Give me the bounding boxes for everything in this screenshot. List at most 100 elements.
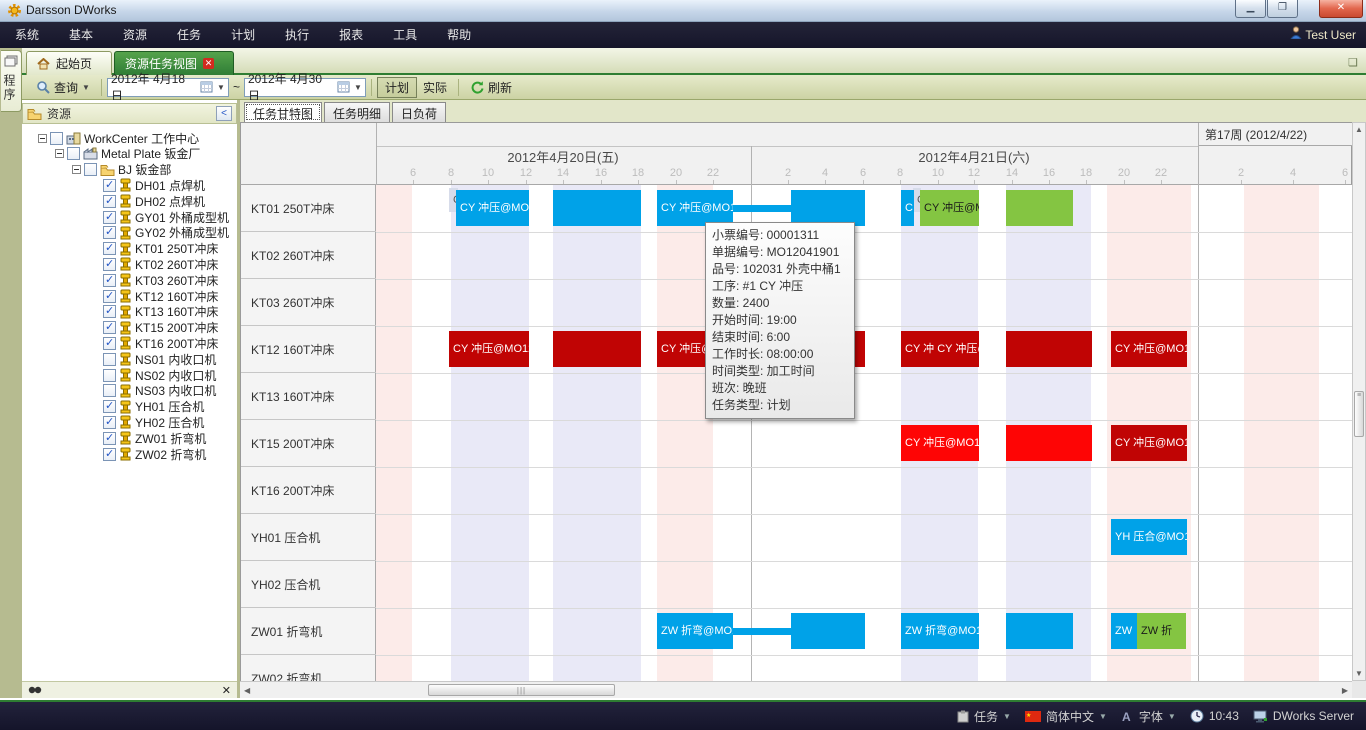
scroll-up-icon[interactable]: ▲ — [1353, 125, 1365, 134]
status-item-font[interactable]: A字体▼ — [1121, 708, 1176, 725]
date-from-field[interactable]: 2012年 4月18日 ▼ — [107, 78, 229, 97]
menu-item[interactable]: 帮助 — [432, 22, 486, 48]
tree-item[interactable]: KT15 200T冲床 — [89, 320, 218, 336]
plan-toggle-button[interactable]: 计划 — [377, 77, 417, 98]
tree-checkbox[interactable] — [103, 274, 116, 287]
tree-checkbox[interactable] — [103, 242, 116, 255]
gantt-task-bar[interactable] — [1006, 331, 1092, 367]
tree-checkbox[interactable] — [103, 353, 116, 366]
gantt-task-bar[interactable]: CY 冲压@MO12041903 — [901, 425, 979, 461]
gantt-task-bar[interactable]: CY 冲 CY 冲压@MO12041904 — [901, 331, 979, 367]
minimize-button[interactable]: ▁ — [1235, 0, 1266, 18]
tree-expander-icon[interactable] — [72, 165, 81, 174]
gantt-task-bar[interactable]: ZW 折 — [1137, 613, 1186, 649]
tree-item[interactable]: DH02 点焊机 — [89, 193, 205, 209]
tab-home-page[interactable]: 起始页 — [26, 51, 112, 75]
tree-checkbox[interactable] — [103, 432, 116, 445]
gantt-task-bar[interactable] — [791, 613, 865, 649]
panel-collapse-button[interactable]: < — [216, 106, 232, 121]
tab-task-detail[interactable]: 任务明细 — [324, 102, 390, 122]
chevron-down-icon[interactable]: ▼ — [217, 83, 225, 92]
menu-item[interactable]: 工具 — [378, 22, 432, 48]
status-item-flag[interactable]: ★简体中文▼ — [1025, 708, 1107, 725]
tab-daily-load[interactable]: 日负荷 — [392, 102, 446, 122]
tree-item[interactable]: NS01 内收口机 — [89, 351, 216, 367]
gantt-task-bar[interactable]: C — [901, 190, 914, 226]
calendar-icon[interactable] — [337, 81, 350, 93]
tree-checkbox[interactable] — [103, 448, 116, 461]
gantt-task-bar[interactable]: CY 冲压@MO1 — [1111, 425, 1187, 461]
gantt-task-bar[interactable] — [732, 628, 792, 635]
menu-item[interactable]: 基本 — [54, 22, 108, 48]
menu-item[interactable]: 系统 — [0, 22, 54, 48]
menu-item[interactable]: 计划 — [216, 22, 270, 48]
horizontal-scrollbar[interactable]: ◀ ||| ▶ — [240, 681, 1352, 698]
tree-item[interactable]: ZW01 折弯机 — [89, 430, 206, 446]
tree-checkbox[interactable] — [103, 211, 116, 224]
gantt-task-bar[interactable] — [1006, 190, 1073, 226]
gantt-task-bar[interactable] — [1006, 425, 1092, 461]
logged-in-user[interactable]: Test User — [1290, 22, 1356, 48]
chevron-down-icon[interactable]: ▼ — [1099, 712, 1107, 721]
binoculars-icon[interactable] — [28, 685, 42, 695]
actual-toggle-button[interactable]: 实际 — [417, 77, 453, 98]
gantt-task-bar[interactable] — [553, 331, 641, 367]
vertical-scroll-thumb[interactable]: ≡ — [1354, 391, 1364, 437]
date-to-field[interactable]: 2012年 4月30日 ▼ — [244, 78, 366, 97]
tree-checkbox[interactable] — [103, 369, 116, 382]
scroll-down-icon[interactable]: ▼ — [1353, 669, 1365, 678]
tree-item[interactable]: YH01 压合机 — [89, 399, 204, 415]
close-button[interactable]: ✕ — [1319, 0, 1363, 18]
tree-checkbox[interactable] — [103, 305, 116, 318]
menu-item[interactable]: 执行 — [270, 22, 324, 48]
horizontal-scroll-thumb[interactable]: ||| — [428, 684, 615, 696]
tree-checkbox[interactable] — [103, 195, 116, 208]
gantt-task-bar[interactable] — [791, 190, 865, 226]
tree-item[interactable]: ZW02 折弯机 — [89, 446, 206, 462]
gantt-task-bar[interactable]: ZW — [1111, 613, 1138, 649]
tree-item[interactable]: KT13 160T冲床 — [89, 304, 218, 320]
gantt-task-bar[interactable]: CY 冲压@MO12041902 — [920, 190, 979, 226]
chevron-down-icon[interactable]: ▼ — [82, 83, 90, 92]
gantt-task-bar[interactable]: ZW 折弯@MO12041901 — [901, 613, 979, 649]
restore-button[interactable]: ❐ — [1267, 0, 1298, 18]
tree-item[interactable]: Metal Plate 钣金厂 — [55, 146, 200, 162]
window-list-icon[interactable]: ❏ — [1348, 56, 1358, 69]
gantt-task-bar[interactable]: ZW 折弯@MO12041901 — [657, 613, 733, 649]
tree-checkbox[interactable] — [67, 147, 80, 160]
tree-checkbox[interactable] — [84, 163, 97, 176]
chevron-down-icon[interactable]: ▼ — [1168, 712, 1176, 721]
program-panel-tab[interactable]: 程序 — [1, 50, 22, 112]
tree-item[interactable]: KT12 160T冲床 — [89, 288, 218, 304]
status-item-clipboard[interactable]: 任务▼ — [957, 708, 1011, 725]
tab-close-icon[interactable]: ✕ — [203, 58, 214, 69]
tree-item[interactable]: NS03 内收口机 — [89, 383, 216, 399]
tree-checkbox[interactable] — [103, 290, 116, 303]
tree-item[interactable]: GY02 外桶成型机 — [89, 225, 229, 241]
tree-checkbox[interactable] — [103, 226, 116, 239]
menu-item[interactable]: 资源 — [108, 22, 162, 48]
tree-checkbox[interactable] — [103, 384, 116, 397]
tab-task-gantt[interactable]: 任务甘特图 — [244, 102, 322, 122]
tree-item[interactable]: NS02 内收口机 — [89, 367, 216, 383]
calendar-icon[interactable] — [200, 81, 213, 93]
chevron-down-icon[interactable]: ▼ — [354, 83, 362, 92]
tree-checkbox[interactable] — [103, 400, 116, 413]
tree-item[interactable]: BJ 钣金部 — [72, 162, 171, 178]
tree-checkbox[interactable] — [103, 258, 116, 271]
tree-item[interactable]: KT01 250T冲床 — [89, 241, 218, 257]
gantt-task-bar[interactable]: CY 冲压@MO12041901 — [657, 190, 733, 226]
menu-item[interactable]: 任务 — [162, 22, 216, 48]
tree-item[interactable]: WorkCenter 工作中心 — [38, 130, 199, 146]
tree-expander-icon[interactable] — [38, 134, 47, 143]
gantt-task-bar[interactable] — [553, 190, 641, 226]
gantt-task-bar[interactable]: CY 冲压@MO12041904 — [449, 331, 529, 367]
gantt-task-bar[interactable] — [1006, 613, 1073, 649]
tree-item[interactable]: KT16 200T冲床 — [89, 335, 218, 351]
tree-checkbox[interactable] — [103, 337, 116, 350]
tree-item[interactable]: DH01 点焊机 — [89, 177, 205, 193]
tree-checkbox[interactable] — [103, 179, 116, 192]
gantt-task-bar[interactable]: YH 压合@MO1 — [1111, 519, 1187, 555]
query-button[interactable]: 查询 ▼ — [30, 77, 96, 98]
panel-footer-close-icon[interactable]: ✕ — [222, 684, 231, 697]
